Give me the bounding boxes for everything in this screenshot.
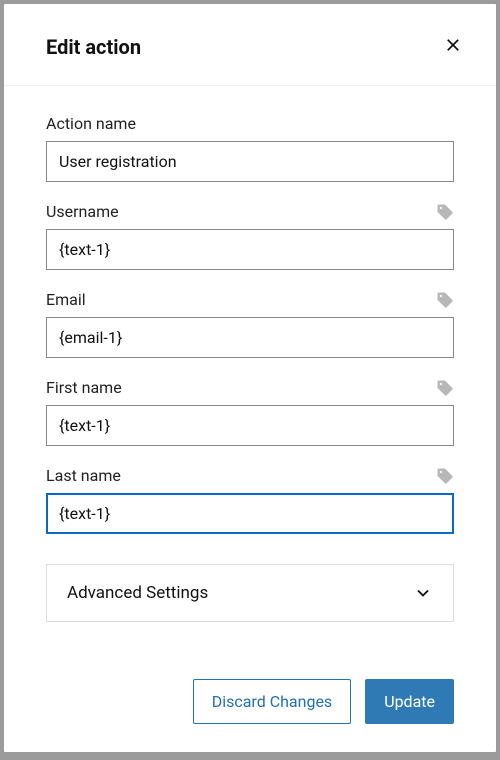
action-name-label: Action name [46,114,136,133]
close-icon [444,36,462,57]
discard-changes-button[interactable]: Discard Changes [193,679,351,724]
advanced-settings-label: Advanced Settings [67,583,208,603]
email-label: Email [46,290,86,309]
field-action-name: Action name [46,114,454,182]
username-input[interactable] [46,229,454,270]
first-name-input[interactable] [46,405,454,446]
modal-body: Action name Username Email [4,86,496,659]
modal-header: Edit action [4,4,496,86]
field-first-name: First name [46,378,454,446]
close-button[interactable] [440,32,466,61]
update-button[interactable]: Update [365,679,454,724]
field-email: Email [46,290,454,358]
advanced-settings-panel: Advanced Settings [46,564,454,622]
field-username: Username [46,202,454,270]
tag-icon[interactable] [436,291,454,309]
advanced-settings-toggle[interactable]: Advanced Settings [47,565,453,621]
edit-action-modal: Edit action Action name Username [4,4,496,752]
username-label: Username [46,202,119,221]
action-name-input[interactable] [46,141,454,182]
modal-footer: Discard Changes Update [4,659,496,752]
email-input[interactable] [46,317,454,358]
field-last-name: Last name [46,466,454,534]
tag-icon[interactable] [436,467,454,485]
last-name-label: Last name [46,466,121,485]
first-name-label: First name [46,378,122,397]
tag-icon[interactable] [436,203,454,221]
tag-icon[interactable] [436,379,454,397]
modal-title: Edit action [46,35,141,59]
last-name-input[interactable] [46,493,454,534]
chevron-down-icon [413,583,433,603]
